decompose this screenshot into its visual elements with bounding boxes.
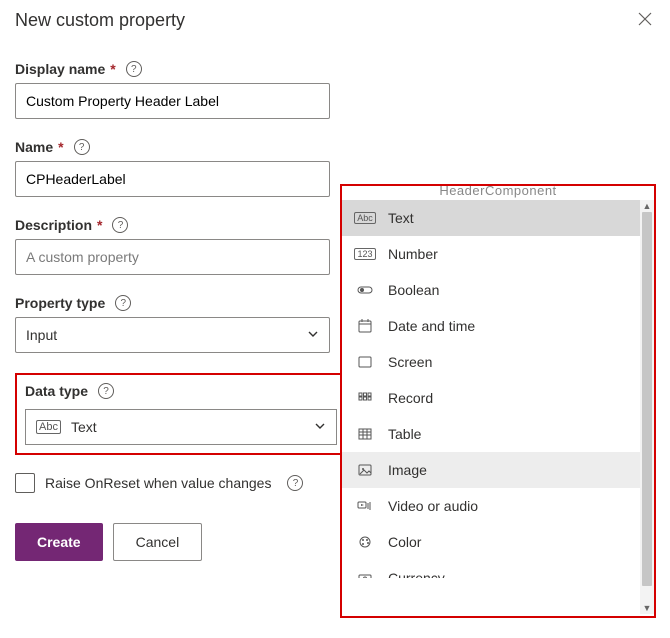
dropdown-item[interactable]: Boolean: [342, 272, 654, 308]
number-icon: 123: [356, 246, 374, 262]
chevron-down-icon: [307, 327, 319, 343]
dialog-title: New custom property: [15, 10, 185, 31]
required-indicator: *: [58, 139, 63, 155]
screen-icon: [356, 354, 374, 370]
dropdown-item[interactable]: Video or audio: [342, 488, 654, 524]
required-indicator: *: [97, 217, 102, 233]
dropdown-item[interactable]: Color: [342, 524, 654, 560]
dropdown-item[interactable]: Abc Text: [342, 200, 654, 236]
dropdown-item[interactable]: 123 Number: [342, 236, 654, 272]
help-icon[interactable]: ?: [74, 139, 90, 155]
name-label: Name: [15, 139, 53, 155]
dropdown-item[interactable]: Record: [342, 380, 654, 416]
property-type-select[interactable]: Input: [15, 317, 330, 353]
table-icon: [356, 426, 374, 442]
currency-icon: [356, 570, 374, 578]
help-icon[interactable]: ?: [115, 295, 131, 311]
dropdown-item-label: Text: [388, 210, 414, 226]
dropdown-partial-item: HeaderComponent: [342, 186, 654, 200]
data-type-dropdown: HeaderComponent Abc Text 123 Number Boolean D…: [340, 184, 656, 618]
scroll-up-arrow[interactable]: ▲: [640, 200, 654, 212]
raise-onreset-label: Raise OnReset when value changes: [45, 475, 271, 491]
scrollbar[interactable]: ▲ ▼: [640, 200, 654, 614]
datetime-icon: [356, 318, 374, 334]
dropdown-item-label: Image: [388, 462, 427, 478]
data-type-select[interactable]: Abc Text: [25, 409, 337, 445]
cancel-button[interactable]: Cancel: [113, 523, 203, 561]
property-type-value: Input: [26, 327, 57, 343]
required-indicator: *: [110, 61, 115, 77]
create-button[interactable]: Create: [15, 523, 103, 561]
dropdown-item[interactable]: Screen: [342, 344, 654, 380]
raise-onreset-checkbox[interactable]: [15, 473, 35, 493]
media-icon: [356, 498, 374, 514]
description-input[interactable]: [15, 239, 330, 275]
property-type-label: Property type: [15, 295, 105, 311]
dropdown-item-label: Number: [388, 246, 438, 262]
scroll-down-arrow[interactable]: ▼: [640, 602, 654, 614]
scroll-thumb[interactable]: [642, 212, 652, 586]
dropdown-item-label: Currency: [388, 570, 445, 578]
dropdown-item[interactable]: Table: [342, 416, 654, 452]
display-name-label: Display name: [15, 61, 105, 77]
dropdown-item[interactable]: Date and time: [342, 308, 654, 344]
text-icon: Abc: [356, 210, 374, 226]
dropdown-item-label: Record: [388, 390, 433, 406]
color-icon: [356, 534, 374, 550]
chevron-down-icon: [314, 419, 326, 435]
record-icon: [356, 390, 374, 406]
dropdown-item-label: Boolean: [388, 282, 439, 298]
display-name-input[interactable]: [15, 83, 330, 119]
dropdown-item-label: Table: [388, 426, 421, 442]
text-icon: Abc: [36, 420, 61, 434]
description-label: Description: [15, 217, 92, 233]
dropdown-item-label: Video or audio: [388, 498, 478, 514]
name-input[interactable]: [15, 161, 330, 197]
data-type-section: Data type ? Abc Text: [15, 373, 350, 455]
dropdown-item-label: Screen: [388, 354, 432, 370]
help-icon[interactable]: ?: [112, 217, 128, 233]
data-type-value: Text: [71, 419, 97, 435]
dropdown-item[interactable]: Image: [342, 452, 654, 488]
boolean-icon: [356, 282, 374, 298]
help-icon[interactable]: ?: [287, 475, 303, 491]
help-icon[interactable]: ?: [98, 383, 114, 399]
image-icon: [356, 462, 374, 478]
close-button[interactable]: [635, 10, 655, 31]
data-type-label: Data type: [25, 383, 88, 399]
dropdown-item-label: Color: [388, 534, 421, 550]
dropdown-item[interactable]: Currency: [342, 560, 654, 578]
dropdown-item-label: Date and time: [388, 318, 475, 334]
help-icon[interactable]: ?: [126, 61, 142, 77]
